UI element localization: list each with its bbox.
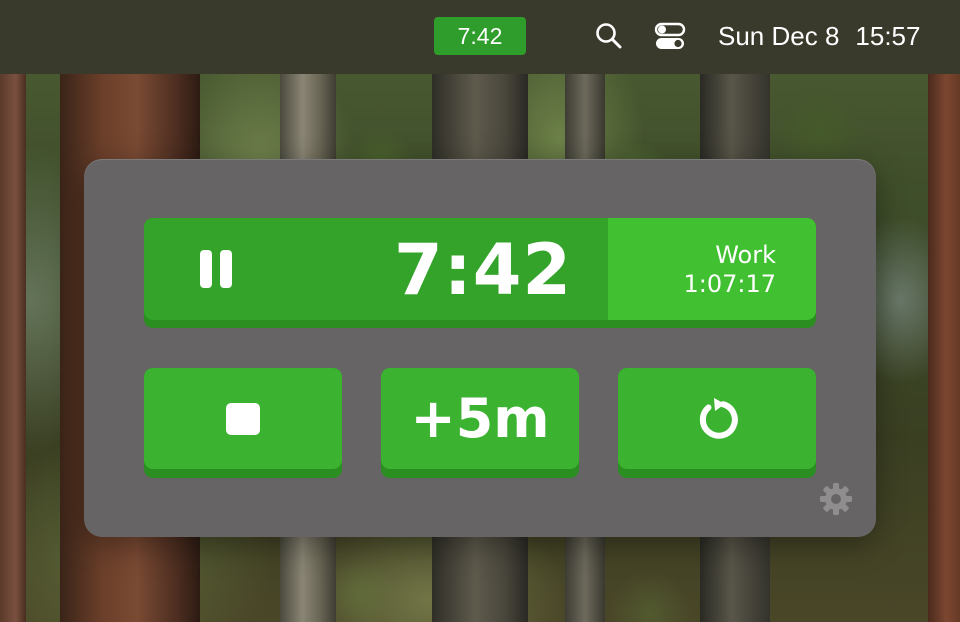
control-center-icon[interactable] xyxy=(652,19,688,53)
add-five-minutes-button[interactable]: +5m xyxy=(381,368,579,478)
pause-icon[interactable] xyxy=(198,250,234,288)
gear-icon[interactable] xyxy=(818,481,854,517)
session-total: 1:07:17 xyxy=(683,270,776,298)
wallpaper-tree-trunk xyxy=(928,74,960,622)
reset-button[interactable] xyxy=(618,368,816,478)
wallpaper-tree-trunk xyxy=(0,74,26,622)
timer-remaining: 7:42 xyxy=(394,229,573,311)
reset-icon xyxy=(699,397,738,439)
stop-button[interactable] xyxy=(144,368,342,478)
menubar-date: Sun Dec 8 xyxy=(718,21,840,51)
menubar-clock[interactable]: Sun Dec 8 15:57 xyxy=(718,17,920,55)
search-icon[interactable] xyxy=(592,19,626,53)
timer-main-section[interactable]: 7:42 xyxy=(144,218,608,320)
add-five-minutes-label: +5m xyxy=(410,386,550,450)
menu-bar: 7:42 Sun Dec 8 15:57 xyxy=(0,0,960,74)
timer-display: 7:42 Work 1:07:17 xyxy=(144,218,816,328)
menubar-time: 15:57 xyxy=(855,21,921,51)
timer-popover: 7:42 Work 1:07:17 +5m xyxy=(84,159,876,537)
session-label: Work xyxy=(715,241,776,269)
session-info: Work 1:07:17 xyxy=(608,218,816,320)
menubar-timer-badge[interactable]: 7:42 xyxy=(434,17,526,55)
stop-icon xyxy=(226,402,260,435)
